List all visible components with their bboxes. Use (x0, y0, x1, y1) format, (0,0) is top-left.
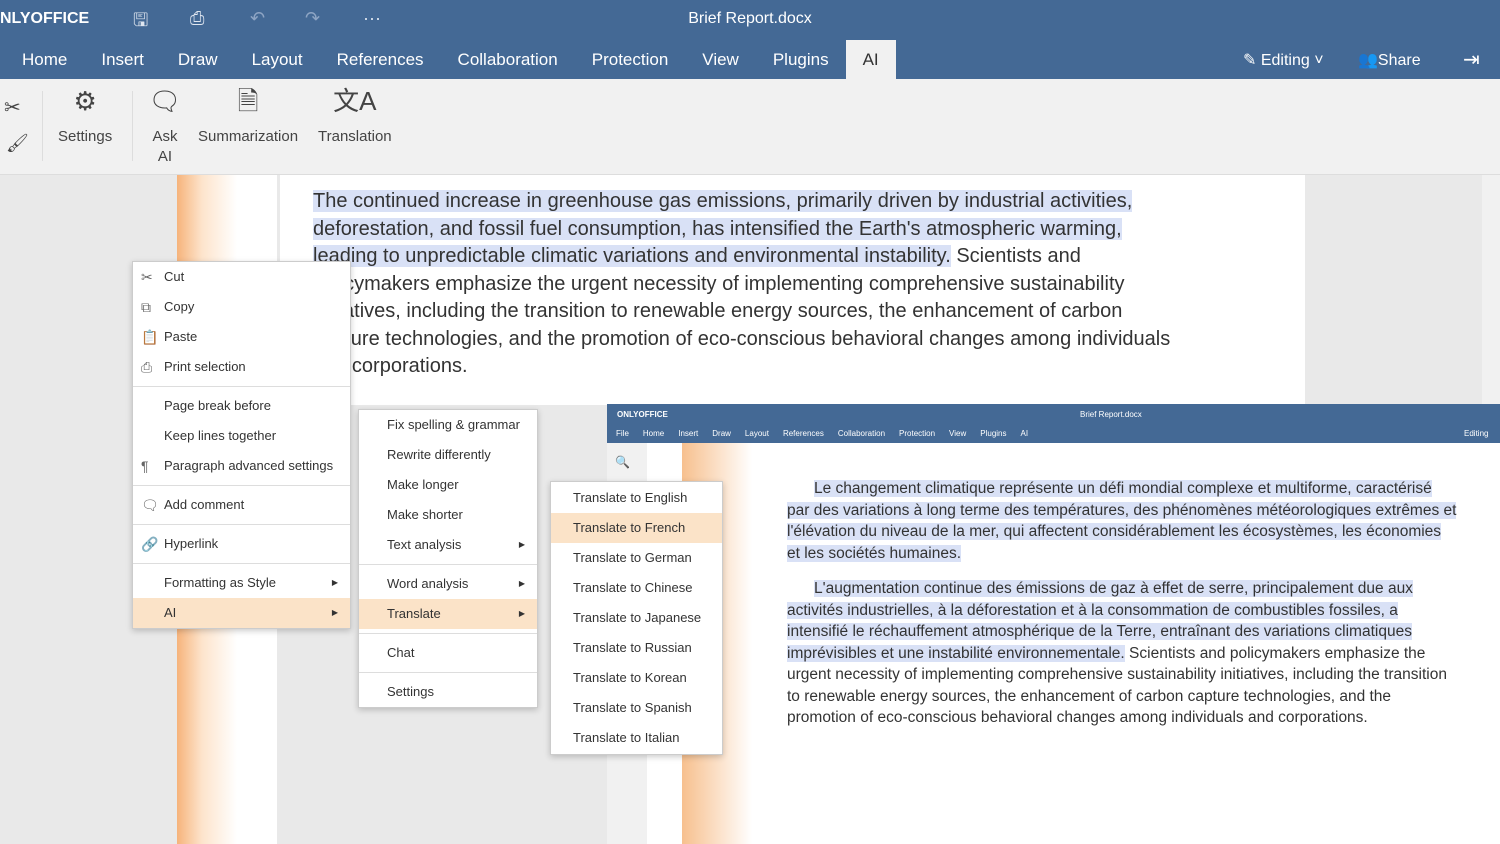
gear-icon: ⚙ (73, 86, 97, 116)
ai-toolbar: ✂ 🖌 ⚙ Settings 🗨 Ask AI 🗎 Summarization 文A T… (0, 79, 1500, 175)
menu-item-make-shorter[interactable]: Make shorter (359, 500, 537, 530)
paste-icon: 📋 (141, 329, 159, 345)
ribbon-tabs: Home Insert Draw Layout References Colla… (0, 40, 896, 79)
menu-item-copy[interactable]: ⧉ Copy (133, 292, 350, 322)
summarization-button[interactable]: 🗎 Summarization (198, 86, 298, 147)
menu-item-word-analysis[interactable]: Word analysis ▶ (359, 569, 537, 599)
tab-ai[interactable]: AI (845, 40, 896, 79)
menu-item-formatting-style[interactable]: Formatting as Style ▶ (133, 568, 350, 598)
inset-translated-text: Le changement climatique représente un d… (787, 480, 1457, 726)
inset-logo: ONLYOFFICE (617, 410, 668, 419)
inset-tab: File (616, 429, 629, 438)
inset-tab: Plugins (980, 429, 1007, 438)
menu-item-page-break[interactable]: Page break before (133, 391, 350, 421)
search-icon: 🔍 (615, 455, 630, 469)
document-paragraph[interactable]: The continued increase in greenhouse gas… (313, 188, 1173, 381)
menu-item-chat[interactable]: Chat (359, 638, 537, 668)
menu-item-ai[interactable]: AI ▶ (133, 598, 350, 628)
inset-tab: Home (642, 429, 665, 438)
menu-item-make-longer[interactable]: Make longer (359, 470, 537, 500)
menu-item-keep-lines[interactable]: Keep lines together (133, 421, 350, 451)
inset-title: Brief Report.docx (1080, 410, 1142, 419)
header-bar: NLYOFFICE Brief Report.docx 🖫 ⎙ ↶ ↷ ··· … (0, 0, 1500, 79)
translate-submenu: Translate to English Translate to French… (550, 481, 723, 755)
undo-icon[interactable]: ↶ (250, 8, 265, 29)
translation-button[interactable]: 文A Translation (318, 86, 392, 147)
inset-tabs: File Home Insert Draw Layout References Collab… (616, 429, 1028, 438)
inset-tab: References (782, 429, 824, 438)
tab-view[interactable]: View (685, 40, 756, 79)
scissors-icon[interactable]: ✂ (4, 95, 21, 120)
settings-button[interactable]: ⚙ Settings (58, 86, 112, 147)
print-icon: ⎙ (141, 359, 153, 375)
menu-item-translate[interactable]: Translate ▶ (359, 599, 537, 629)
tab-draw[interactable]: Draw (161, 40, 235, 79)
menu-item-fix-spelling[interactable]: Fix spelling & grammar (359, 410, 537, 440)
context-menu: ✂ Cut ⧉ Copy 📋 Paste ⎙ Print selection Page … (132, 261, 351, 629)
menu-item-translate-korean[interactable]: Translate to Korean (551, 663, 722, 693)
inset-tab: Collaboration (837, 429, 886, 438)
inset-tab: Layout (744, 429, 769, 438)
inset-tab: AI (1020, 429, 1029, 438)
inset-tab: Insert (678, 429, 699, 438)
menu-item-paste[interactable]: 📋 Paste (133, 322, 350, 352)
inset-tab: View (949, 429, 967, 438)
ai-submenu: Fix spelling & grammar Rewrite different… (358, 409, 538, 708)
tab-insert[interactable]: Insert (84, 40, 161, 79)
menu-item-hyperlink[interactable]: 🔗 Hyperlink (133, 529, 350, 559)
users-icon: 👥 (1358, 52, 1378, 69)
menu-item-translate-french[interactable]: Translate to French (551, 513, 722, 543)
pencil-icon: ✎ (1243, 52, 1261, 69)
share-button[interactable]: 👥Share (1358, 50, 1421, 70)
chat-sparkle-icon: 🗨 (148, 86, 182, 116)
menu-item-ai-settings[interactable]: Settings (359, 677, 537, 707)
menu-item-translate-russian[interactable]: Translate to Russian (551, 633, 722, 663)
inset-tab: Draw (712, 429, 731, 438)
ask-ai-button[interactable]: 🗨 Ask AI (146, 86, 184, 167)
tab-plugins[interactable]: Plugins (756, 40, 846, 79)
tab-home[interactable]: Home (0, 40, 84, 79)
editing-mode-button[interactable]: ✎ Editing ˅ (1243, 50, 1324, 70)
pilcrow-icon: ¶ (141, 458, 149, 474)
menu-item-rewrite[interactable]: Rewrite differently (359, 440, 537, 470)
tab-collaboration[interactable]: Collaboration (441, 40, 575, 79)
menu-item-add-comment[interactable]: 🗨 Add comment (133, 490, 350, 520)
menu-item-translate-english[interactable]: Translate to English (551, 483, 722, 513)
menu-item-translate-german[interactable]: Translate to German (551, 543, 722, 573)
more-icon[interactable]: ··· (363, 8, 381, 29)
link-icon: 🔗 (141, 536, 159, 552)
document-title: Brief Report.docx (688, 10, 812, 27)
document-sparkle-icon: 🗎 (237, 86, 259, 116)
tab-references[interactable]: References (320, 40, 441, 79)
inset-header: ONLYOFFICE Brief Report.docx File Home Ins… (607, 404, 1500, 443)
menu-item-print-selection[interactable]: ⎙ Print selection (133, 352, 350, 382)
inset-screenshot: ONLYOFFICE Brief Report.docx File Home Ins… (607, 404, 1500, 844)
vertical-scrollbar[interactable] (1482, 175, 1500, 405)
format-painter-icon[interactable]: 🖌 (6, 133, 29, 154)
menu-item-translate-spanish[interactable]: Translate to Spanish (551, 693, 722, 723)
translate-icon: 文A (333, 86, 377, 116)
tab-protection[interactable]: Protection (575, 40, 686, 79)
menu-item-translate-chinese[interactable]: Translate to Chinese (551, 573, 722, 603)
redo-icon[interactable]: ↷ (305, 8, 320, 29)
copy-icon: ⧉ (141, 299, 151, 315)
save-icon[interactable]: 🖫 (133, 8, 148, 38)
print-icon[interactable]: ⎙ (190, 8, 204, 29)
menu-item-text-analysis[interactable]: Text analysis ▶ (359, 530, 537, 560)
open-location-icon[interactable]: ⇥ (1463, 47, 1480, 72)
menu-item-translate-italian[interactable]: Translate to Italian (551, 723, 722, 753)
inset-tab: Protection (899, 429, 936, 438)
inset-editing: Editing (1464, 429, 1489, 438)
menu-item-cut[interactable]: ✂ Cut (133, 262, 350, 292)
scissors-icon: ✂ (141, 269, 153, 285)
menu-item-paragraph-settings[interactable]: ¶ Paragraph advanced settings (133, 451, 350, 481)
menu-item-translate-japanese[interactable]: Translate to Japanese (551, 603, 722, 633)
tab-layout[interactable]: Layout (235, 40, 320, 79)
comment-icon: 🗨 (141, 497, 159, 513)
